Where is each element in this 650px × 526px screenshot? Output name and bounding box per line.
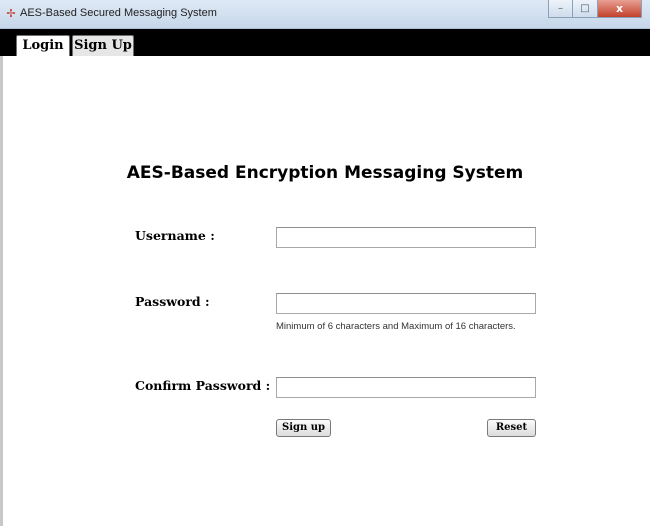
username-label: Username :	[135, 228, 215, 243]
tab-signup[interactable]: Sign Up	[72, 35, 134, 56]
password-input[interactable]	[276, 293, 536, 314]
window-title: AES-Based Secured Messaging System	[20, 7, 217, 19]
minimize-button[interactable]: –	[548, 0, 573, 18]
reset-button[interactable]: Reset	[487, 419, 536, 437]
maximize-button[interactable]: □	[573, 0, 598, 18]
username-input[interactable]	[276, 227, 536, 248]
window-titlebar: ✢ AES-Based Secured Messaging System – □…	[0, 0, 650, 29]
close-button[interactable]: x	[598, 0, 642, 18]
signup-button[interactable]: Sign up	[276, 419, 331, 437]
tab-bar: Login Sign Up	[0, 29, 650, 56]
tab-login[interactable]: Login	[16, 35, 70, 56]
confirm-password-label: Confirm Password :	[135, 378, 271, 393]
window-controls: – □ x	[548, 0, 642, 18]
form-heading: AES-Based Encryption Messaging System	[126, 163, 524, 183]
password-label: Password :	[135, 294, 210, 309]
app-icon: ✢	[6, 7, 16, 20]
confirm-password-input[interactable]	[276, 377, 536, 398]
content-panel-edge	[0, 56, 3, 526]
password-hint: Minimum of 6 characters and Maximum of 1…	[276, 321, 516, 332]
